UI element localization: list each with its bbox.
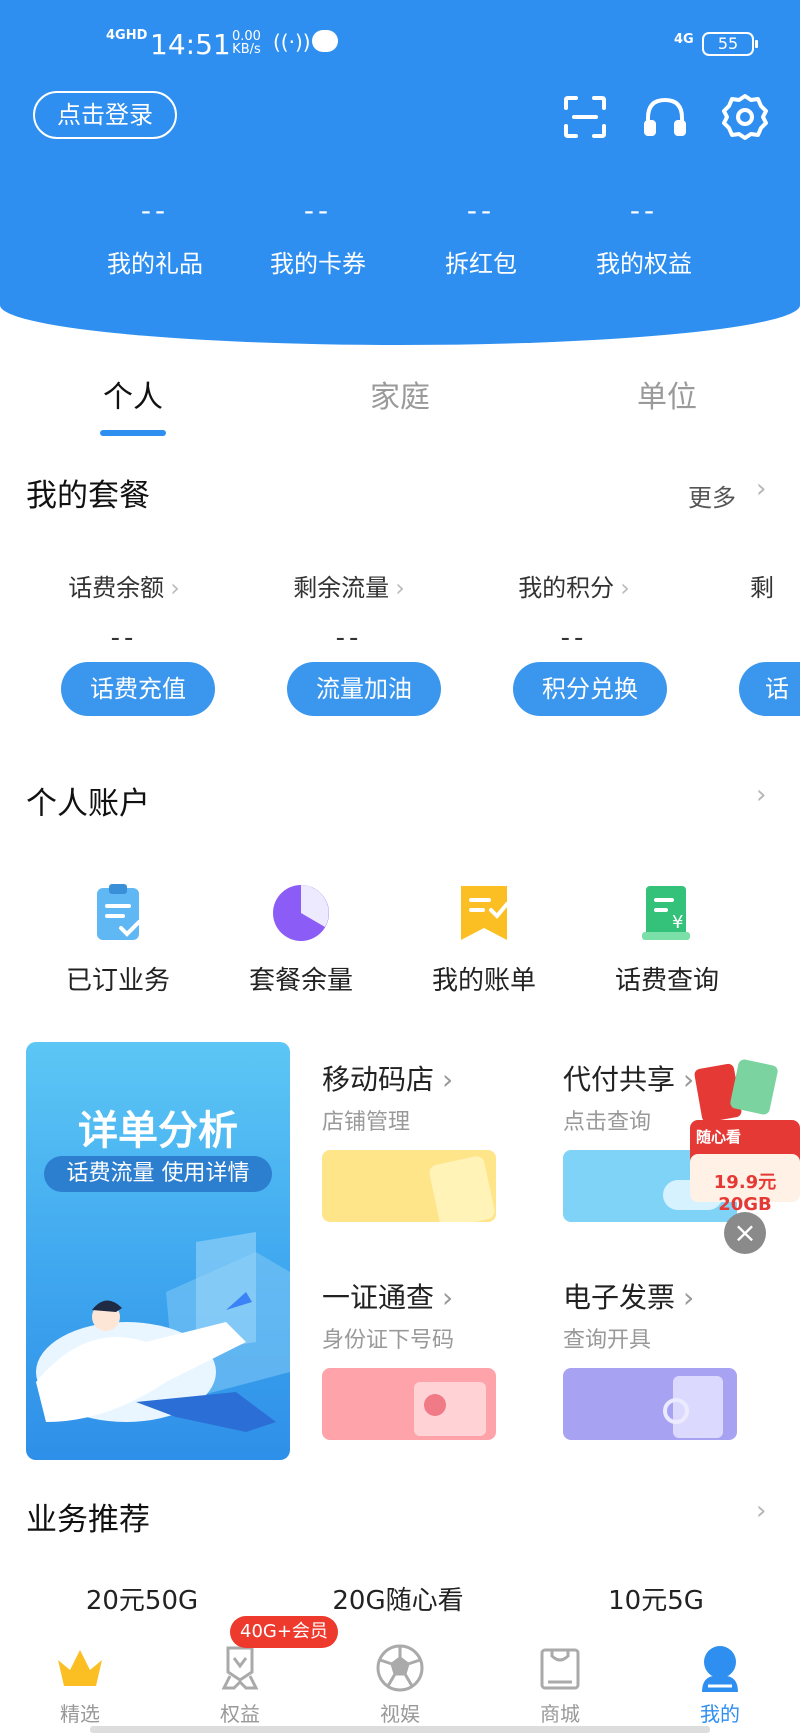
stat-benefits[interactable]: -- 我的权益 <box>574 196 714 279</box>
stat-coupons[interactable]: -- 我的卡券 <box>248 196 388 279</box>
stat-gifts[interactable]: -- 我的礼品 <box>85 196 225 279</box>
bill-icon <box>453 882 515 944</box>
header-stats: -- 我的礼品 -- 我的卡券 -- 拆红包 -- 我的权益 <box>0 196 800 286</box>
gear-icon[interactable] <box>720 92 770 142</box>
scan-icon[interactable] <box>560 92 610 142</box>
promo-price: 19.9元20GB <box>713 1172 777 1215</box>
clipboard-icon <box>87 882 149 944</box>
nav-benefits[interactable]: 权益 <box>160 1642 320 1727</box>
service-e-invoice[interactable]: 电子发票 › 查询开具 <box>563 1276 763 1440</box>
section-title-package: 我的套餐 <box>26 478 150 514</box>
tab-indicator <box>100 430 166 436</box>
chevron-right-icon[interactable]: › <box>756 474 766 504</box>
chevron-right-icon[interactable]: › <box>756 1496 766 1526</box>
battery-icon: 55 <box>702 32 758 56</box>
net-speed: 0.00 KB/s <box>232 29 261 57</box>
user-icon <box>694 1642 746 1694</box>
promo-tag: 随心看 <box>696 1128 742 1146</box>
bottom-nav: 精选 权益 视娱 商城 我的 <box>0 1622 800 1733</box>
shopping-bag-icon <box>534 1642 586 1694</box>
hotspot-icon: ((·)) <box>273 30 311 54</box>
package-item-balance[interactable]: 话费余额 › -- <box>34 568 214 655</box>
nav-mine[interactable]: 我的 <box>640 1642 800 1727</box>
package-item-data[interactable]: 剩余流量 › -- <box>259 568 439 655</box>
data-boost-button[interactable]: 流量加油 <box>287 662 441 716</box>
account-item-subscriptions[interactable]: 已订业务 <box>33 882 203 997</box>
floating-promo[interactable]: 随心看 19.9元20GB <box>690 1058 800 1215</box>
nav-mall[interactable]: 商城 <box>480 1642 640 1727</box>
pie-chart-icon <box>270 882 332 944</box>
football-icon <box>374 1642 426 1694</box>
status-bar: 4GHD 14:51 0.00 KB/s ((·)) 4G 55 <box>0 26 800 66</box>
screen: 4GHD 14:51 0.00 KB/s ((·)) 4G 55 点击登录 --… <box>0 0 800 1733</box>
recommend-item[interactable]: 10元5G <box>556 1580 756 1617</box>
recommend-item[interactable]: 20元50G <box>42 1580 242 1617</box>
account-item-fee-query[interactable]: ¥ 话费查询 <box>582 882 752 997</box>
crown-icon <box>54 1642 106 1694</box>
service-code-store[interactable]: 移动码店 › 店铺管理 <box>322 1058 522 1222</box>
receipt-yuan-icon: ¥ <box>636 882 698 944</box>
nav-featured[interactable]: 精选 <box>0 1642 160 1727</box>
chevron-right-icon[interactable]: › <box>756 780 766 810</box>
clock: 14:51 <box>150 28 231 61</box>
nav-badge: 40G+会员 <box>230 1616 338 1648</box>
sim-card-illustration <box>322 1150 496 1222</box>
badge-icon <box>214 1642 266 1694</box>
account-item-bill[interactable]: 我的账单 <box>399 882 569 997</box>
service-id-check[interactable]: 一证通查 › 身份证下号码 <box>322 1276 522 1440</box>
headset-icon[interactable] <box>640 92 690 142</box>
scope-tabs: 个人 家庭 单位 <box>0 372 800 432</box>
close-icon[interactable]: × <box>724 1212 766 1254</box>
section-title-account: 个人账户 <box>26 786 150 822</box>
section-title-recommend: 业务推荐 <box>26 1502 150 1538</box>
more-link[interactable]: 更多 <box>688 478 736 513</box>
header: 4GHD 14:51 0.00 KB/s ((·)) 4G 55 点击登录 --… <box>0 0 800 345</box>
tab-personal[interactable]: 个人 <box>53 372 213 416</box>
package-item-more[interactable]: 剩 <box>708 568 800 603</box>
signal-indicator: 4GHD <box>106 28 148 43</box>
svg-text:¥: ¥ <box>672 912 683 933</box>
message-icon <box>312 30 338 52</box>
stat-red-packet[interactable]: -- 拆红包 <box>411 196 551 279</box>
topup-button[interactable]: 话费充值 <box>61 662 215 716</box>
detail-analysis-banner[interactable]: 详单分析 话费流量 使用详情 <box>26 1042 290 1460</box>
id-card-illustration <box>322 1368 496 1440</box>
lte-indicator: 4G <box>674 32 694 47</box>
partial-button[interactable]: 话 <box>739 662 800 716</box>
nav-video[interactable]: 视娱 <box>320 1642 480 1727</box>
tab-family[interactable]: 家庭 <box>320 372 480 416</box>
points-exchange-button[interactable]: 积分兑换 <box>513 662 667 716</box>
banner-illustration <box>36 1232 290 1432</box>
invoice-illustration <box>563 1368 737 1440</box>
package-item-points[interactable]: 我的积分 › -- <box>484 568 664 655</box>
account-item-remaining[interactable]: 套餐余量 <box>216 882 386 997</box>
tab-company[interactable]: 单位 <box>587 372 747 416</box>
recommend-item[interactable]: 20G随心看 <box>298 1580 498 1617</box>
login-button[interactable]: 点击登录 <box>33 91 177 139</box>
home-indicator[interactable] <box>90 1726 710 1733</box>
